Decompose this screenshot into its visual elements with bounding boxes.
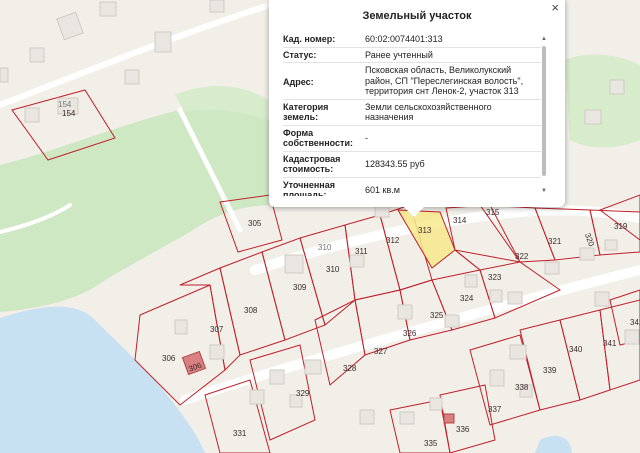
popup-title: Земельный участок	[362, 10, 472, 22]
scroll-thumb[interactable]	[542, 46, 546, 176]
info-row-ownership: Форма собственности: -	[283, 126, 541, 152]
info-value: Земли сельскохозяйственного назначения	[365, 101, 492, 123]
popup-scrollbar[interactable]: ▲ ▼	[541, 36, 547, 194]
parcel-label: 319	[614, 222, 628, 231]
close-icon[interactable]: ×	[551, 0, 559, 16]
parcel-label: 335	[424, 439, 438, 448]
info-row-cadastral-number: Кад. номер: 60:02:0074401:313	[283, 32, 541, 48]
parcel-label: 154	[62, 109, 76, 118]
info-key: Адрес:	[283, 77, 314, 87]
parcel-label: 323	[488, 273, 502, 282]
scroll-up-icon[interactable]: ▲	[541, 36, 547, 42]
parcel-label: 327	[374, 347, 388, 356]
parcel-label: 329	[296, 389, 310, 398]
info-key: Категория земель:	[283, 101, 329, 123]
forest-area-right	[565, 54, 640, 148]
parcel-label: 339	[543, 366, 557, 375]
parcel-label: 309	[293, 283, 307, 292]
info-value: 601 кв.м	[365, 184, 400, 195]
info-value: -	[365, 132, 368, 143]
popup-body: Кад. номер: 60:02:0074401:313 Статус: Ра…	[283, 32, 541, 196]
parcel-label: 337	[488, 405, 502, 414]
info-row-area: Уточненная площадь: 601 кв.м	[283, 178, 541, 197]
parcel-label: 306	[162, 354, 176, 363]
parcel-label: 322	[515, 252, 529, 261]
info-value: Ранее учтенный	[365, 49, 433, 60]
parcel-label: 305	[248, 219, 262, 228]
info-key: Уточненная площадь:	[283, 179, 335, 197]
info-key: Кадастровая стоимость:	[283, 153, 341, 175]
parcel-label: 321	[548, 237, 562, 246]
parcel-label: 311	[355, 247, 368, 256]
parcel-label: 314	[453, 216, 467, 225]
building-label: 310	[318, 243, 332, 252]
parcel-label: 328	[343, 364, 357, 373]
parcel-label: 313	[418, 226, 432, 235]
parcel-label: 312	[386, 236, 400, 245]
info-key: Форма собственности:	[283, 127, 353, 149]
parcel-label: 315	[486, 208, 500, 217]
scroll-down-icon[interactable]: ▼	[541, 188, 547, 194]
info-key: Кад. номер:	[283, 34, 336, 44]
parcel-label: 340	[569, 345, 583, 354]
info-key: Статус:	[283, 49, 317, 60]
parcel-label: 341	[603, 339, 617, 348]
info-value: 128343.55 руб	[365, 158, 425, 169]
parcel-label: 324	[460, 294, 474, 303]
info-value: 60:02:0074401:313	[365, 34, 443, 44]
parcel-label: 326	[403, 329, 417, 338]
parcel-label: 342	[630, 318, 640, 327]
parcel-label: 307	[210, 325, 224, 334]
parcel-label: 338	[515, 383, 529, 392]
parcel-label: 310	[326, 265, 340, 274]
info-value: Псковская область, Великолукский район, …	[365, 65, 524, 96]
parcel-label: 336	[456, 425, 470, 434]
parcel-label: 325	[430, 311, 444, 320]
parcel-label: 331	[233, 429, 247, 438]
info-row-cadastral-value: Кадастровая стоимость: 128343.55 руб	[283, 152, 541, 178]
parcel-info-popup: Земельный участок × Кад. номер: 60:02:00…	[269, 0, 565, 217]
parcel-label: 308	[244, 306, 258, 315]
info-row-land-category: Категория земель: Земли сельскохозяйстве…	[283, 100, 541, 126]
info-row-status: Статус: Ранее учтенный	[283, 48, 541, 63]
info-row-address: Адрес: Псковская область, Великолукский …	[283, 63, 541, 100]
building-label: 154	[58, 100, 72, 109]
